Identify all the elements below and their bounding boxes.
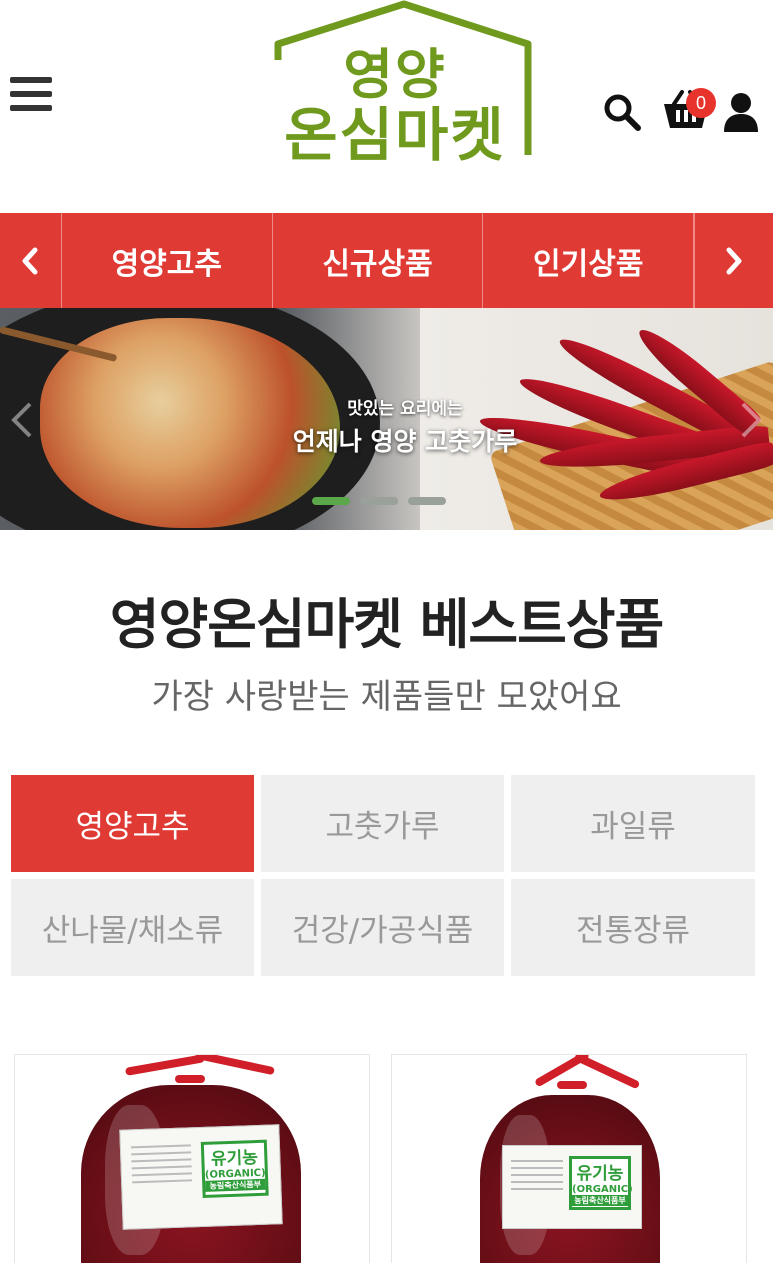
banner-dot-3[interactable] [408,497,446,505]
tab-pepper-powder[interactable]: 고춧가루 [261,775,504,872]
product-card[interactable]: 유기농 (ORGANIC) 농림축산식품부 [391,1054,747,1263]
nav-prev-button[interactable] [0,213,62,308]
best-products-subtitle: 가장 사랑받는 제품들만 모았어요 [151,677,622,717]
user-icon[interactable] [722,92,760,132]
logo-text-line2: 온심마켓 [284,101,506,169]
chevron-right-icon [741,402,762,438]
banner-caption-small: 맛있는 요리에는 [347,399,463,419]
menu-icon[interactable] [10,77,52,117]
category-nav: 영양고추 신규상품 인기상품 [0,213,773,308]
organic-badge: 유기농 (ORGANIC) 농림축산식품부 [569,1156,633,1210]
cart-count-badge: 0 [686,88,716,118]
product-card[interactable]: 유기농 (ORGANIC) 농림축산식품부 [14,1054,370,1263]
tab-traditional-sauces[interactable]: 전통장류 [511,879,755,976]
chevron-right-icon [726,247,742,274]
tab-wild-greens-vegetables[interactable]: 산나물/채소류 [11,879,254,976]
tab-health-processed-food[interactable]: 건강/가공식품 [261,879,504,976]
product-label: 유기농 (ORGANIC) 농림축산식품부 [119,1124,283,1230]
banner-next-arrow[interactable] [735,400,765,440]
banner-dot-1[interactable] [312,497,350,505]
header: 영양 온심마켓 0 [0,0,773,213]
nav-item-popular-products[interactable]: 인기상품 [483,213,695,308]
nav-item-yeongyang-pepper[interactable]: 영양고추 [62,213,273,308]
product-category-tabs: 영양고추 고춧가루 과일류 산나물/채소류 건강/가공식품 전통장류 [11,775,755,976]
banner-pagination [312,497,446,505]
chevron-left-icon [22,247,38,274]
site-logo[interactable]: 영양 온심마켓 [254,0,536,169]
organic-badge: 유기농 (ORGANIC) 농림축산식품부 [200,1139,269,1198]
nav-next-button[interactable] [694,213,773,308]
hero-banner[interactable]: 맛있는 요리에는 언제나 영양 고춧가루 [0,308,773,530]
banner-prev-arrow[interactable] [8,400,38,440]
tab-yeongyang-pepper[interactable]: 영양고추 [11,775,254,872]
banner-dot-2[interactable] [360,497,398,505]
banner-caption-large: 언제나 영양 고춧가루 [292,427,518,456]
tab-fruits[interactable]: 과일류 [511,775,755,872]
product-label: 유기농 (ORGANIC) 농림축산식품부 [502,1145,642,1229]
nav-item-new-products[interactable]: 신규상품 [273,213,484,308]
chevron-left-icon [11,402,32,438]
best-products-title: 영양온심마켓 베스트상품 [109,593,664,656]
search-icon[interactable] [603,93,643,133]
